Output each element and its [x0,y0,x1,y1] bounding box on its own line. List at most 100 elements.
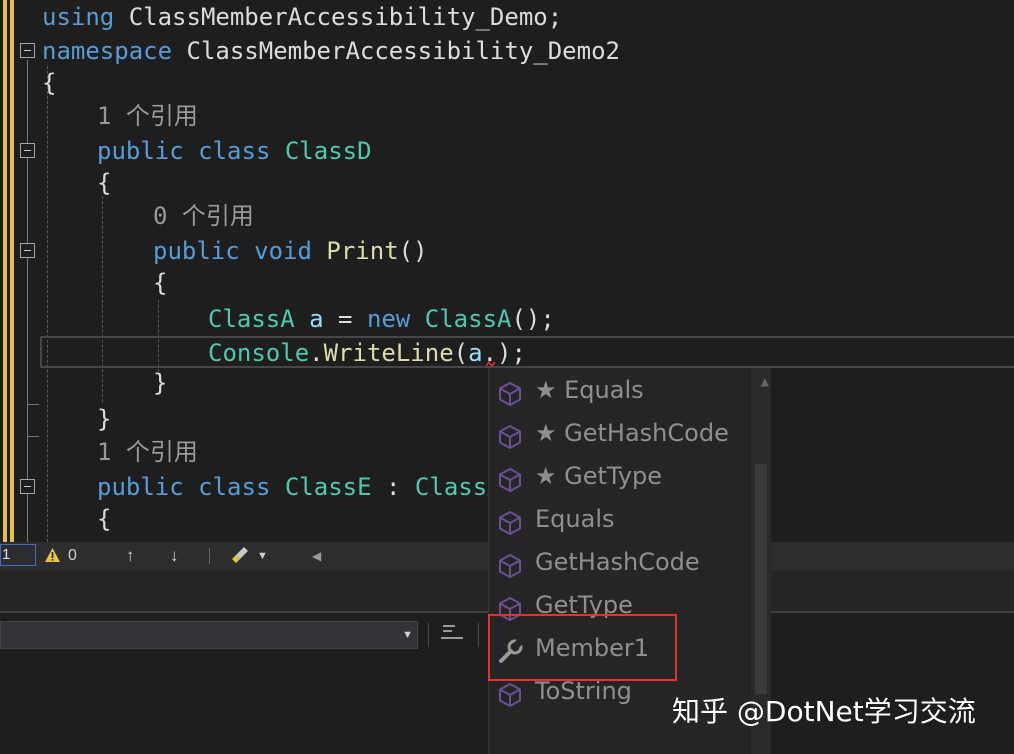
code-token: WriteLine [323,339,454,367]
completion-item[interactable]: ★ GetType [489,455,751,498]
change-tracking-bar [10,0,14,542]
code-token: ClassMemberAccessibility_Demo; [114,3,563,31]
code-line-writeline[interactable]: Console.WriteLine(a.); [208,336,526,370]
code-token: using [42,3,115,31]
code-lens-references-classe[interactable]: 1 个引用 [97,435,198,469]
code-token: namespace [42,37,173,65]
method-cube-icon [497,464,523,493]
code-token: ( [453,339,469,367]
code-token: { [97,169,112,197]
code-token: { [42,69,57,97]
code-token: public [97,473,184,501]
chevron-down-icon[interactable]: ▼ [257,542,268,570]
zoom-level-box[interactable]: 1 [0,544,36,566]
scroll-up-arrow-icon[interactable]: ▲ [761,374,769,390]
outline-line [27,60,28,542]
code-line-namespace[interactable]: namespace ClassMemberAccessibility_Demo2 [42,34,620,68]
code-token: a [468,339,483,367]
code-token: () [398,237,428,265]
code-token: a [309,305,324,333]
output-source-dropdown[interactable]: ▼ [0,621,418,649]
outline-tick [27,436,39,437]
code-token: { [97,505,112,533]
code-token: . [309,339,324,367]
code-line-print-close-brace[interactable]: } [153,366,167,400]
warning-icon[interactable] [44,542,61,570]
change-tracking-bar [3,0,7,542]
code-token: new [366,305,411,333]
next-issue-arrow-icon[interactable]: ↓ [170,542,179,570]
code-line-ns-open-brace[interactable]: { [42,66,56,100]
code-lens-references-classd[interactable]: 1 个引用 [97,99,198,133]
code-token: ClassE [284,473,372,501]
code-token: ); [497,339,526,367]
code-token: void [254,237,312,265]
code-token: ClassA [208,305,295,333]
method-cube-icon [497,378,523,407]
code-token: ClassMemberAccessibility_Demo2 [172,37,620,65]
code-line-classd-close-brace[interactable]: } [97,402,111,436]
error-squiggle [486,361,496,367]
fold-toggle-classd[interactable] [20,143,35,158]
scrollbar-thumb[interactable] [755,464,767,694]
code-token: Print [326,237,399,265]
code-token: class [198,473,271,501]
current-line-highlight [40,336,1014,368]
code-token: Console [208,339,310,367]
fold-toggle-classe[interactable] [20,479,35,494]
toolbar-separator [478,623,479,647]
previous-issue-arrow-icon[interactable]: ↑ [126,542,135,570]
method-cube-icon [497,421,523,450]
code-cleanup-brush-icon[interactable] [230,542,252,570]
fold-toggle-namespace[interactable] [20,43,35,58]
annotation-highlight-box [488,614,677,681]
code-line-using[interactable]: using ClassMemberAccessibility_Demo; [42,0,562,34]
completion-item-label: Equals [535,505,615,533]
code-line-print-decl[interactable]: public void Print() [153,234,428,268]
indent-guide [102,196,103,402]
code-line-print-open-brace[interactable]: { [153,266,167,300]
code-token: public [97,137,184,165]
watermark: 知乎 @DotNet学习交流 [672,695,976,728]
completion-item[interactable]: ★ GetHashCode [489,412,751,455]
completion-item-label: ★ Equals [535,376,644,404]
chevron-down-icon: ▼ [402,629,413,641]
code-token: } [153,369,168,397]
fold-toggle-print[interactable] [20,243,35,258]
code-line-classe-open-brace[interactable]: { [97,502,111,536]
code-line-classd-decl[interactable]: public class ClassD [97,134,372,168]
method-cube-icon [497,550,523,579]
find-message-icon[interactable] [440,621,464,649]
toolbar-separator [428,623,429,647]
completion-item[interactable]: Equals [489,498,751,541]
code-token: = [323,305,367,333]
code-token: { [153,269,168,297]
code-token: (); [511,305,555,333]
completion-item-label: ★ GetType [535,462,663,490]
code-line-classd-open-brace[interactable]: { [97,166,111,200]
code-token: : [371,473,415,501]
code-token: ClassA [424,305,512,333]
completion-item[interactable]: GetHashCode [489,541,751,584]
code-token: class [198,137,271,165]
code-line-classe-decl[interactable]: public class ClassE : ClassA [97,470,502,504]
code-token: } [97,405,112,433]
code-token: ClassD [284,137,372,165]
warning-count[interactable]: 0 [68,542,77,570]
code-line-classa-new[interactable]: ClassA a = new ClassA(); [208,302,555,336]
method-cube-icon [497,679,523,708]
scroll-left-arrow-icon[interactable]: ◀ [312,542,321,570]
completion-item[interactable]: ★ Equals [489,369,751,412]
completion-item-label: GetHashCode [535,548,700,576]
code-lens-references-print[interactable]: 0 个引用 [153,199,254,233]
outline-tick [27,404,39,405]
code-token: public [153,237,240,265]
